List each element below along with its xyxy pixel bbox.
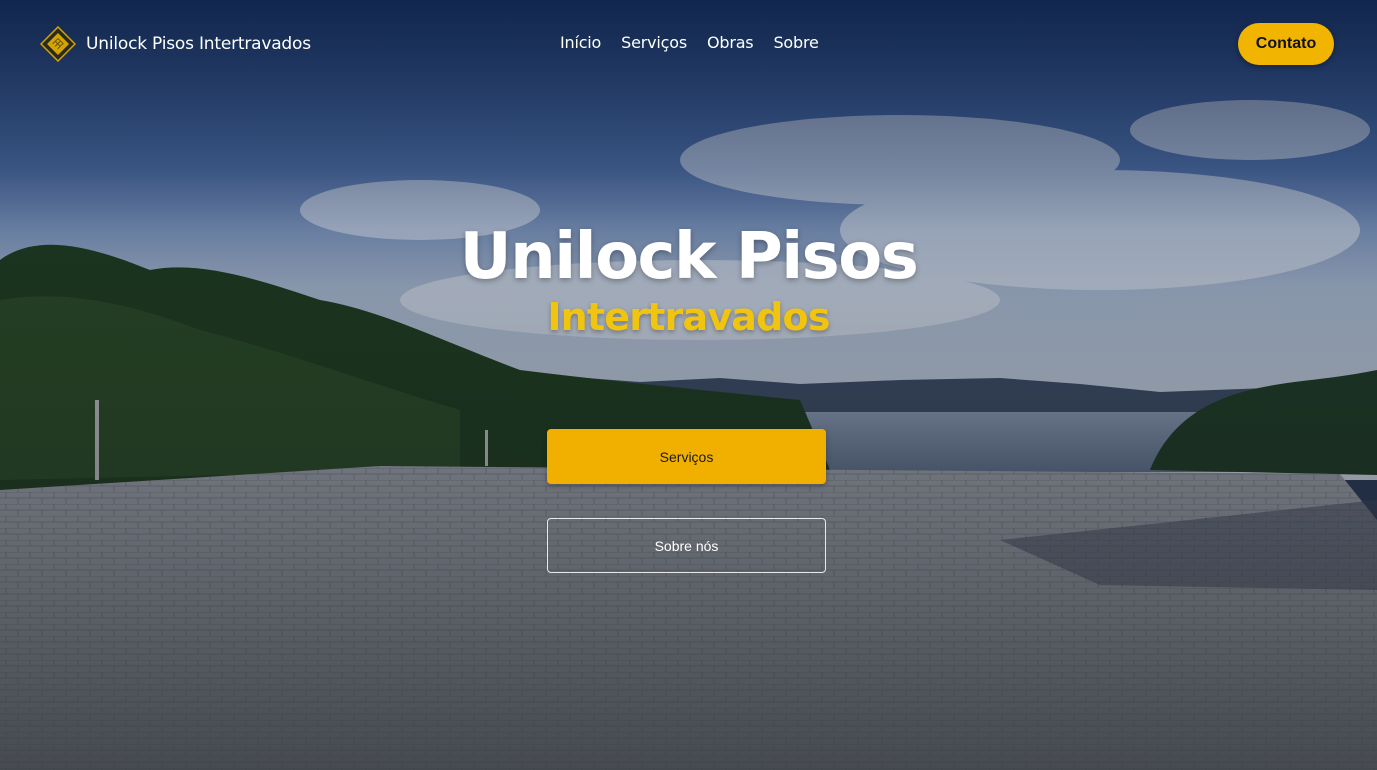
nav-link-sobre[interactable]: Sobre xyxy=(773,33,818,52)
hero-dark-overlay xyxy=(0,0,1377,770)
main-menu: Início Serviços Obras Sobre xyxy=(560,33,819,52)
top-navigation: Unilock Pisos Intertravados Início Servi… xyxy=(0,0,1377,88)
services-button[interactable]: Serviços xyxy=(547,429,826,484)
nav-link-obras[interactable]: Obras xyxy=(707,33,754,52)
contact-button[interactable]: Contato xyxy=(1238,23,1334,65)
about-us-button[interactable]: Sobre nós xyxy=(547,518,826,573)
hero-title: Unilock Pisos xyxy=(459,220,919,294)
nav-link-inicio[interactable]: Início xyxy=(560,33,601,52)
hero-subtitle: Intertravados xyxy=(547,295,830,339)
hero-headline: Unilock Pisos Intertravados xyxy=(0,216,1377,336)
diamond-paver-logo-icon xyxy=(40,26,76,62)
brand-name: Unilock Pisos Intertravados xyxy=(86,34,311,54)
brand-link[interactable]: Unilock Pisos Intertravados xyxy=(40,26,311,62)
hero-section: Unilock Pisos Intertravados Início Servi… xyxy=(0,0,1377,770)
nav-link-servicos[interactable]: Serviços xyxy=(621,33,687,52)
